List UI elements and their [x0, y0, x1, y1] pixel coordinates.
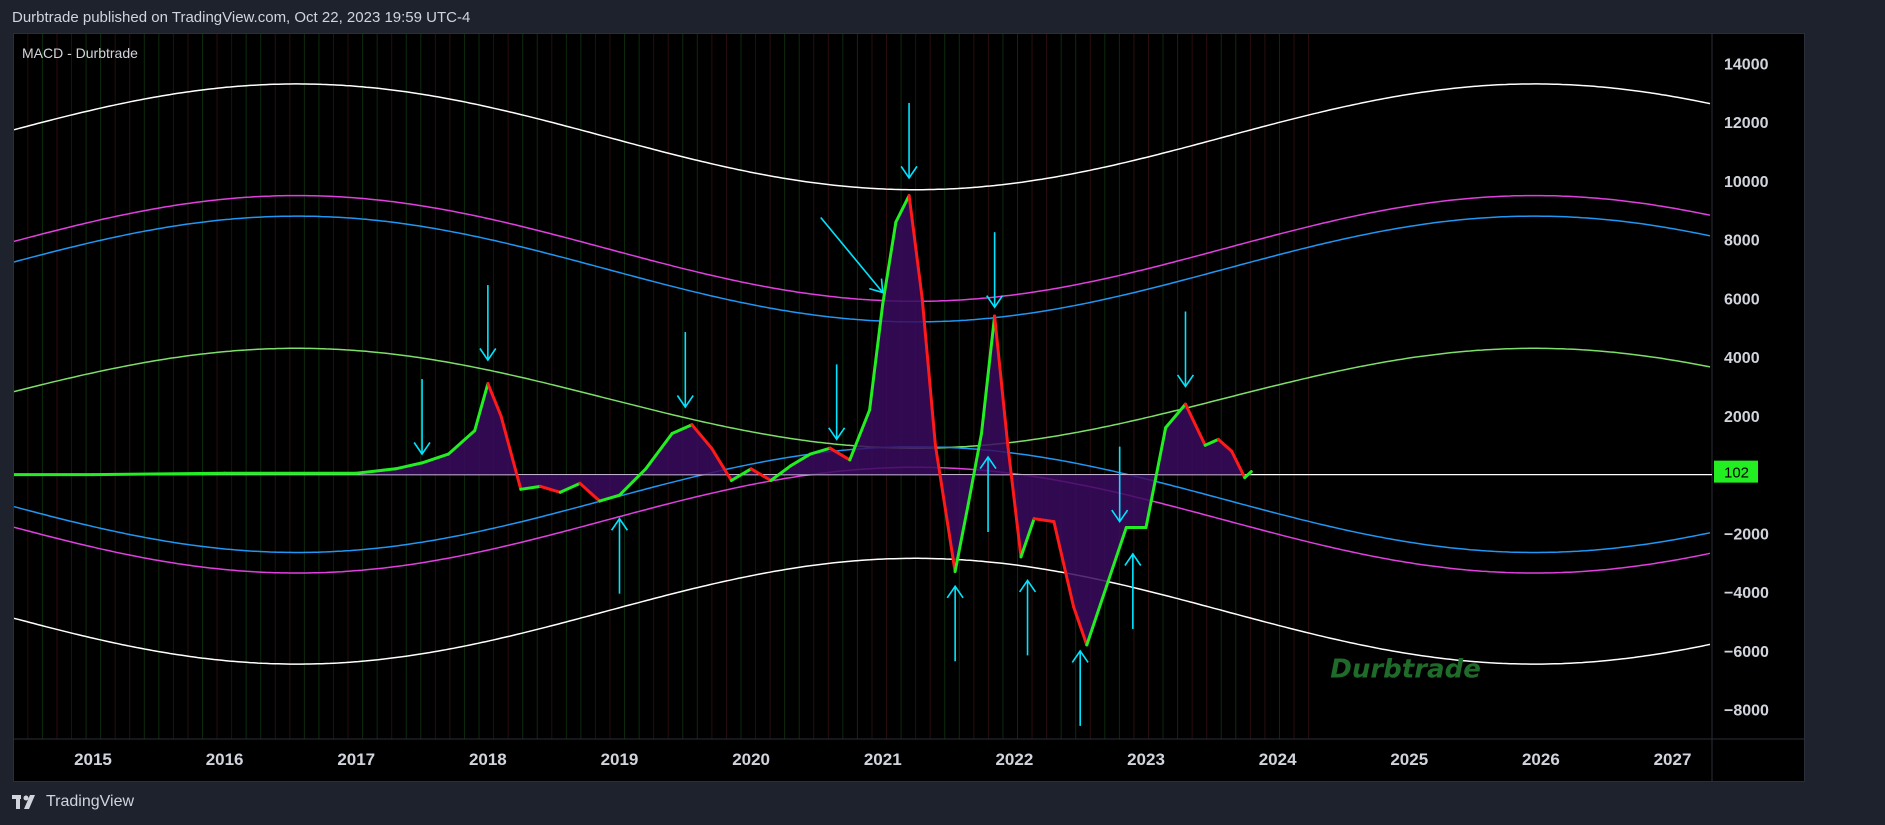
- y-tick-label: 4000: [1724, 350, 1760, 367]
- signal-arrow: [820, 216, 884, 294]
- x-tick-label: 2015: [74, 750, 112, 769]
- upper-magenta-band: [14, 194, 1711, 303]
- x-tick-label: 2026: [1522, 750, 1560, 769]
- upper-blue-band: [14, 215, 1711, 323]
- lower-magenta-band: [14, 466, 1711, 574]
- x-tick-label: 2022: [995, 750, 1033, 769]
- last-value-label: 102: [1724, 465, 1749, 482]
- y-tick-label: 10000: [1724, 174, 1769, 191]
- x-tick-label: 2020: [732, 750, 770, 769]
- footer-brand-label: TradingView: [46, 793, 135, 810]
- x-tick-label: 2023: [1127, 750, 1165, 769]
- x-tick-label: 2027: [1654, 750, 1692, 769]
- y-tick-label: −8000: [1724, 703, 1769, 720]
- x-tick-label: 2025: [1390, 750, 1428, 769]
- macd-chart: Durbtrade 14000 12000 10000 8000 6000 4000 2000…: [14, 34, 1804, 781]
- upper-outer-band: [14, 83, 1711, 191]
- y-tick-label: 2000: [1724, 409, 1760, 426]
- y-tick-label: 6000: [1724, 291, 1760, 308]
- y-tick-label: −6000: [1724, 644, 1769, 661]
- y-tick-label: 12000: [1724, 115, 1769, 132]
- x-tick-label: 2024: [1259, 750, 1297, 769]
- y-tick-label: −4000: [1724, 585, 1769, 602]
- published-header: Durbtrade published on TradingView.com, …: [12, 9, 471, 26]
- footer-brand[interactable]: TradingView: [12, 793, 134, 811]
- y-tick-label: 14000: [1724, 56, 1769, 73]
- watermark-text: Durbtrade: [1330, 654, 1481, 684]
- x-tick-label: 2017: [337, 750, 375, 769]
- indicator-title[interactable]: MACD - Durbtrade: [22, 45, 138, 61]
- y-tick-label: −2000: [1724, 526, 1769, 543]
- x-tick-label: 2018: [469, 750, 507, 769]
- x-tick-label: 2021: [864, 750, 902, 769]
- lower-outer-band: [14, 557, 1711, 665]
- x-tick-label: 2019: [601, 750, 639, 769]
- x-tick-label: 2016: [206, 750, 244, 769]
- y-tick-label: 8000: [1724, 233, 1760, 250]
- chart-pane[interactable]: Durbtrade 14000 12000 10000 8000 6000 4000 2000…: [13, 33, 1805, 782]
- macd-line-segment: [91, 471, 227, 477]
- tradingview-logo-icon: [12, 795, 35, 809]
